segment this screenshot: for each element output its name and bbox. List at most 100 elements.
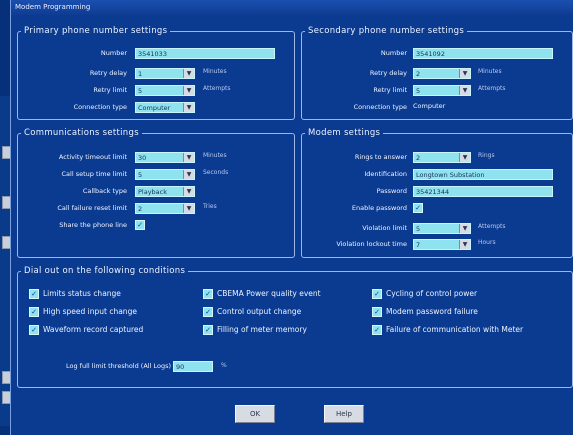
chevron-down-icon[interactable]: ▼: [459, 240, 470, 249]
primary-retry-limit-value: 5: [138, 87, 143, 95]
identification-field[interactable]: Longtown Substation: [413, 169, 553, 180]
condition-checkbox[interactable]: ✓: [29, 289, 39, 299]
primary-retry-limit-label: Retry limit: [93, 86, 127, 94]
chevron-down-icon[interactable]: ▼: [459, 153, 470, 162]
condition-label: Modem password failure: [386, 307, 478, 316]
primary-retry-delay-value: 1: [138, 70, 143, 78]
primary-number-field[interactable]: 3541033: [135, 48, 275, 59]
communications-legend: Communications settings: [24, 128, 139, 138]
chevron-down-icon[interactable]: ▼: [183, 204, 194, 213]
condition-label: Limits status change: [43, 289, 121, 298]
secondary-retry-limit-select[interactable]: 5 ▼: [413, 85, 471, 96]
condition-checkbox[interactable]: ✓: [372, 307, 382, 317]
secondary-retry-limit-unit: Attempts: [478, 85, 506, 92]
modem-programming-window: Modem Programming Primary phone number s…: [10, 0, 573, 435]
condition-item[interactable]: ✓ High speed input change: [29, 307, 137, 317]
condition-item[interactable]: ✓ CBEMA Power quality event: [203, 289, 321, 299]
condition-checkbox[interactable]: ✓: [203, 289, 213, 299]
chevron-down-icon[interactable]: ▼: [183, 153, 194, 162]
condition-item[interactable]: ✓ Waveform record captured: [29, 325, 143, 335]
condition-label: High speed input change: [43, 307, 137, 316]
secondary-number-field[interactable]: 3541092: [413, 48, 553, 59]
condition-label: Filling of meter memory: [217, 325, 307, 334]
chevron-down-icon[interactable]: ▼: [183, 103, 194, 112]
primary-retry-limit-unit: Attempts: [203, 85, 231, 92]
condition-item[interactable]: ✓ Failure of communication with Meter: [372, 325, 523, 335]
primary-retry-delay-label: Retry delay: [89, 69, 127, 77]
condition-checkbox[interactable]: ✓: [203, 325, 213, 335]
chevron-down-icon[interactable]: ▼: [183, 86, 194, 95]
callback-type-label: Callback type: [82, 187, 127, 195]
secondary-retry-delay-select[interactable]: 2 ▼: [413, 68, 471, 79]
violation-lockout-label: Violation lockout time: [336, 240, 407, 248]
call-setup-select[interactable]: 5 ▼: [135, 169, 195, 180]
secondary-connection-type-value: Computer: [413, 102, 446, 110]
secondary-retry-delay-unit: Minutes: [478, 68, 502, 75]
condition-label: Control output change: [217, 307, 302, 316]
secondary-phone-legend: Secondary phone number settings: [308, 26, 465, 36]
condition-label: Cycling of control power: [386, 289, 478, 298]
password-field[interactable]: 35421344: [413, 186, 553, 197]
secondary-retry-limit-value: 5: [416, 87, 421, 95]
call-failure-label: Call failure reset limit: [57, 204, 127, 212]
ok-button[interactable]: OK: [235, 405, 275, 423]
call-failure-select[interactable]: 2 ▼: [135, 203, 195, 214]
share-phone-checkbox[interactable]: ✓: [135, 220, 145, 230]
condition-checkbox[interactable]: ✓: [203, 307, 213, 317]
primary-number-label: Number: [100, 49, 127, 57]
violation-lockout-value: 7: [416, 241, 421, 249]
chevron-down-icon[interactable]: ▼: [183, 170, 194, 179]
modem-settings-legend: Modem settings: [308, 128, 381, 138]
condition-checkbox[interactable]: ✓: [29, 325, 39, 335]
log-threshold-label: Log full limit threshold (All Logs): [66, 362, 171, 370]
help-button[interactable]: Help: [324, 405, 364, 423]
log-threshold-unit: %: [221, 362, 227, 369]
activity-timeout-value: 30: [138, 154, 147, 162]
condition-checkbox[interactable]: ✓: [372, 325, 382, 335]
log-threshold-field[interactable]: 90: [173, 361, 213, 372]
condition-label: CBEMA Power quality event: [217, 289, 321, 298]
chevron-down-icon[interactable]: ▼: [459, 69, 470, 78]
chevron-down-icon[interactable]: ▼: [459, 86, 470, 95]
primary-connection-type-label: Connection type: [73, 103, 127, 111]
secondary-retry-delay-label: Retry delay: [369, 69, 407, 77]
chevron-down-icon[interactable]: ▼: [459, 224, 470, 233]
condition-item[interactable]: ✓ Control output change: [203, 307, 301, 317]
violation-limit-value: 5: [416, 225, 421, 233]
condition-label: Failure of communication with Meter: [386, 325, 524, 334]
primary-connection-type-value: Computer: [138, 104, 171, 112]
enable-password-checkbox[interactable]: ✓: [413, 203, 423, 213]
call-failure-value: 2: [138, 205, 143, 213]
violation-limit-select[interactable]: 5 ▼: [413, 223, 471, 234]
callback-type-select[interactable]: Playback ▼: [135, 186, 195, 197]
condition-checkbox[interactable]: ✓: [372, 289, 382, 299]
secondary-retry-delay-value: 2: [416, 70, 421, 78]
primary-retry-delay-select[interactable]: 1 ▼: [135, 68, 195, 79]
callback-type-value: Playback: [138, 188, 168, 196]
window-title: Modem Programming: [11, 0, 573, 15]
call-failure-unit: Tries: [203, 203, 217, 210]
chevron-down-icon[interactable]: ▼: [183, 187, 194, 196]
secondary-connection-type-label: Connection type: [353, 103, 407, 111]
condition-item[interactable]: ✓ Filling of meter memory: [203, 325, 307, 335]
primary-connection-type-select[interactable]: Computer ▼: [135, 102, 195, 113]
password-label: Password: [376, 187, 407, 195]
call-setup-label: Call setup time limit: [61, 170, 128, 178]
condition-item[interactable]: ✓ Limits status change: [29, 289, 121, 299]
share-phone-label: Share the phone line: [59, 221, 127, 229]
chevron-down-icon[interactable]: ▼: [183, 69, 194, 78]
primary-phone-legend: Primary phone number settings: [24, 26, 168, 36]
violation-lockout-unit: Hours: [478, 239, 496, 246]
condition-item[interactable]: ✓ Cycling of control power: [372, 289, 477, 299]
activity-timeout-label: Activity timeout limit: [58, 153, 127, 161]
activity-timeout-select[interactable]: 30 ▼: [135, 152, 195, 163]
condition-checkbox[interactable]: ✓: [29, 307, 39, 317]
rings-to-answer-unit: Rings: [478, 152, 495, 159]
secondary-retry-limit-label: Retry limit: [373, 86, 407, 94]
condition-item[interactable]: ✓ Modem password failure: [372, 307, 478, 317]
primary-retry-limit-select[interactable]: 5 ▼: [135, 85, 195, 96]
rings-to-answer-select[interactable]: 2 ▼: [413, 152, 471, 163]
violation-lockout-select[interactable]: 7 ▼: [413, 239, 471, 250]
enable-password-label: Enable password: [351, 204, 407, 212]
primary-retry-delay-unit: Minutes: [203, 68, 227, 75]
